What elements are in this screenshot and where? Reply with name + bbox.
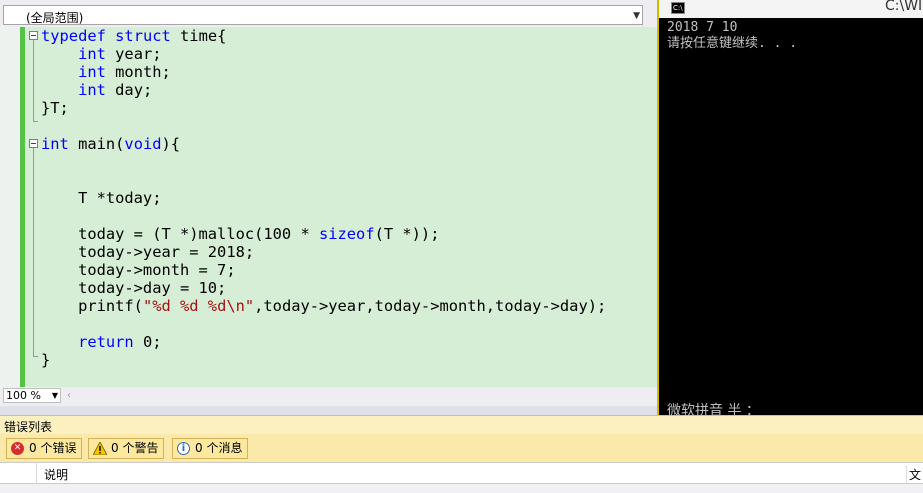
zoom-dropdown[interactable]: 100 % ▼ <box>3 388 61 403</box>
code-line[interactable]: today->month = 7; <box>41 261 606 279</box>
code-keyword: int <box>78 63 106 81</box>
error-list-header: 说明 文 <box>0 462 923 484</box>
code-line[interactable]: int month; <box>41 63 606 81</box>
code-line[interactable]: return 0; <box>41 333 606 351</box>
code-token: year; <box>105 45 162 63</box>
column-icon-header[interactable] <box>0 463 37 483</box>
fold-guide-end <box>33 356 38 357</box>
code-editor[interactable]: typedef struct time{ int year; int month… <box>0 27 660 387</box>
zoom-value: 100 % <box>6 389 41 402</box>
code-line[interactable]: }T; <box>41 99 606 117</box>
error-list-titlebar[interactable]: 错误列表 <box>0 415 923 434</box>
change-tracking-bar <box>20 27 25 387</box>
code-keyword: return <box>78 333 134 351</box>
code-token: time{ <box>170 27 227 45</box>
column-description-header[interactable]: 说明 <box>44 466 68 483</box>
fold-collapse-icon[interactable] <box>29 31 38 40</box>
code-token: printf( <box>41 297 143 315</box>
console-output: 2018 7 10 请按任意键继续. . . <box>667 20 798 51</box>
code-line[interactable]: today = (T *)malloc(100 * sizeof(T *)); <box>41 225 606 243</box>
code-token: month; <box>105 63 171 81</box>
code-line[interactable]: today->day = 10; <box>41 279 606 297</box>
code-token: main( <box>68 135 125 153</box>
fold-guide-end <box>33 121 38 122</box>
code-line[interactable] <box>41 117 606 135</box>
scope-value: (全局范围) <box>26 11 84 25</box>
error-icon: ✕ <box>11 442 24 455</box>
code-text[interactable]: typedef struct time{ int year; int month… <box>41 27 606 369</box>
warnings-filter-button[interactable]: 0 个警告 <box>88 438 165 459</box>
code-line[interactable] <box>41 315 606 333</box>
scope-dropdown[interactable]: (全局范围) ▼ <box>3 5 643 25</box>
code-keyword: struct <box>115 27 171 45</box>
editor-gutter <box>0 27 20 387</box>
code-keyword: int <box>78 45 106 63</box>
editor-status-bar: 100 % ▼ ‹ <box>0 387 660 405</box>
code-token: today->month = 7; <box>41 261 236 279</box>
code-token: today = (T *)malloc(100 * <box>41 225 319 243</box>
code-keyword: sizeof <box>318 225 375 243</box>
code-line[interactable]: } <box>41 351 606 369</box>
column-file-header[interactable]: 文 <box>906 466 921 483</box>
code-line[interactable] <box>41 207 606 225</box>
code-token: T *today; <box>41 189 162 207</box>
code-line[interactable]: typedef struct time{ <box>41 27 606 45</box>
chevron-down-icon[interactable]: ▼ <box>52 391 58 400</box>
code-token: 0; <box>133 333 162 351</box>
chevron-down-icon[interactable]: ▼ <box>633 11 640 21</box>
scope-bar: (全局范围) ▼ <box>0 5 660 27</box>
code-line[interactable] <box>41 153 606 171</box>
console-window[interactable]: C:\ C:\WI 2018 7 10 请按任意键继续. . . 微软拼音 半 … <box>657 0 923 428</box>
errors-filter-button[interactable]: ✕ 0 个错误 <box>6 438 83 459</box>
fold-guide <box>33 40 34 121</box>
code-token: today->day = 10; <box>41 279 227 297</box>
console-app-icon: C:\ <box>671 2 685 14</box>
console-title: C:\WI <box>885 0 923 14</box>
code-line[interactable]: today->year = 2018; <box>41 243 606 261</box>
code-keyword: void <box>124 135 162 153</box>
code-line[interactable]: int main(void){ <box>41 135 606 153</box>
code-token: }T; <box>41 99 69 117</box>
scroll-left-icon[interactable]: ‹ <box>67 390 71 401</box>
code-line[interactable]: T *today; <box>41 189 606 207</box>
code-token: day; <box>105 81 153 99</box>
code-token: } <box>41 351 51 369</box>
fold-guide <box>33 148 34 356</box>
warnings-filter-label: 0 个警告 <box>111 441 159 455</box>
fold-collapse-icon[interactable] <box>29 139 38 148</box>
warning-icon <box>92 440 108 456</box>
code-token: (T *)); <box>374 225 440 243</box>
error-list-title: 错误列表 <box>4 420 53 434</box>
code-line[interactable]: int year; <box>41 45 606 63</box>
code-string: "%d %d %d\n" <box>142 297 255 315</box>
code-token: today->year = 2018; <box>41 243 255 261</box>
console-titlebar[interactable]: C:\ C:\WI <box>659 0 923 18</box>
code-token: ){ <box>161 135 181 153</box>
error-list-toolbar: ✕ 0 个错误 0 个警告 i 0 个消息 <box>0 434 923 462</box>
info-icon: i <box>177 442 190 455</box>
code-keyword: int <box>41 135 69 153</box>
code-keyword: typedef <box>41 27 106 45</box>
code-line[interactable]: printf("%d %d %d\n",today->year,today->m… <box>41 297 606 315</box>
code-line[interactable]: int day; <box>41 81 606 99</box>
code-token: ,today->year,today->month,today->day); <box>254 297 607 315</box>
code-line[interactable] <box>41 171 606 189</box>
errors-filter-label: 0 个错误 <box>29 441 77 455</box>
code-keyword: int <box>78 81 106 99</box>
error-list-panel: 错误列表 ✕ 0 个错误 0 个警告 i 0 个消息 说明 文 <box>0 415 923 493</box>
messages-filter-label: 0 个消息 <box>195 441 243 455</box>
messages-filter-button[interactable]: i 0 个消息 <box>172 438 249 459</box>
